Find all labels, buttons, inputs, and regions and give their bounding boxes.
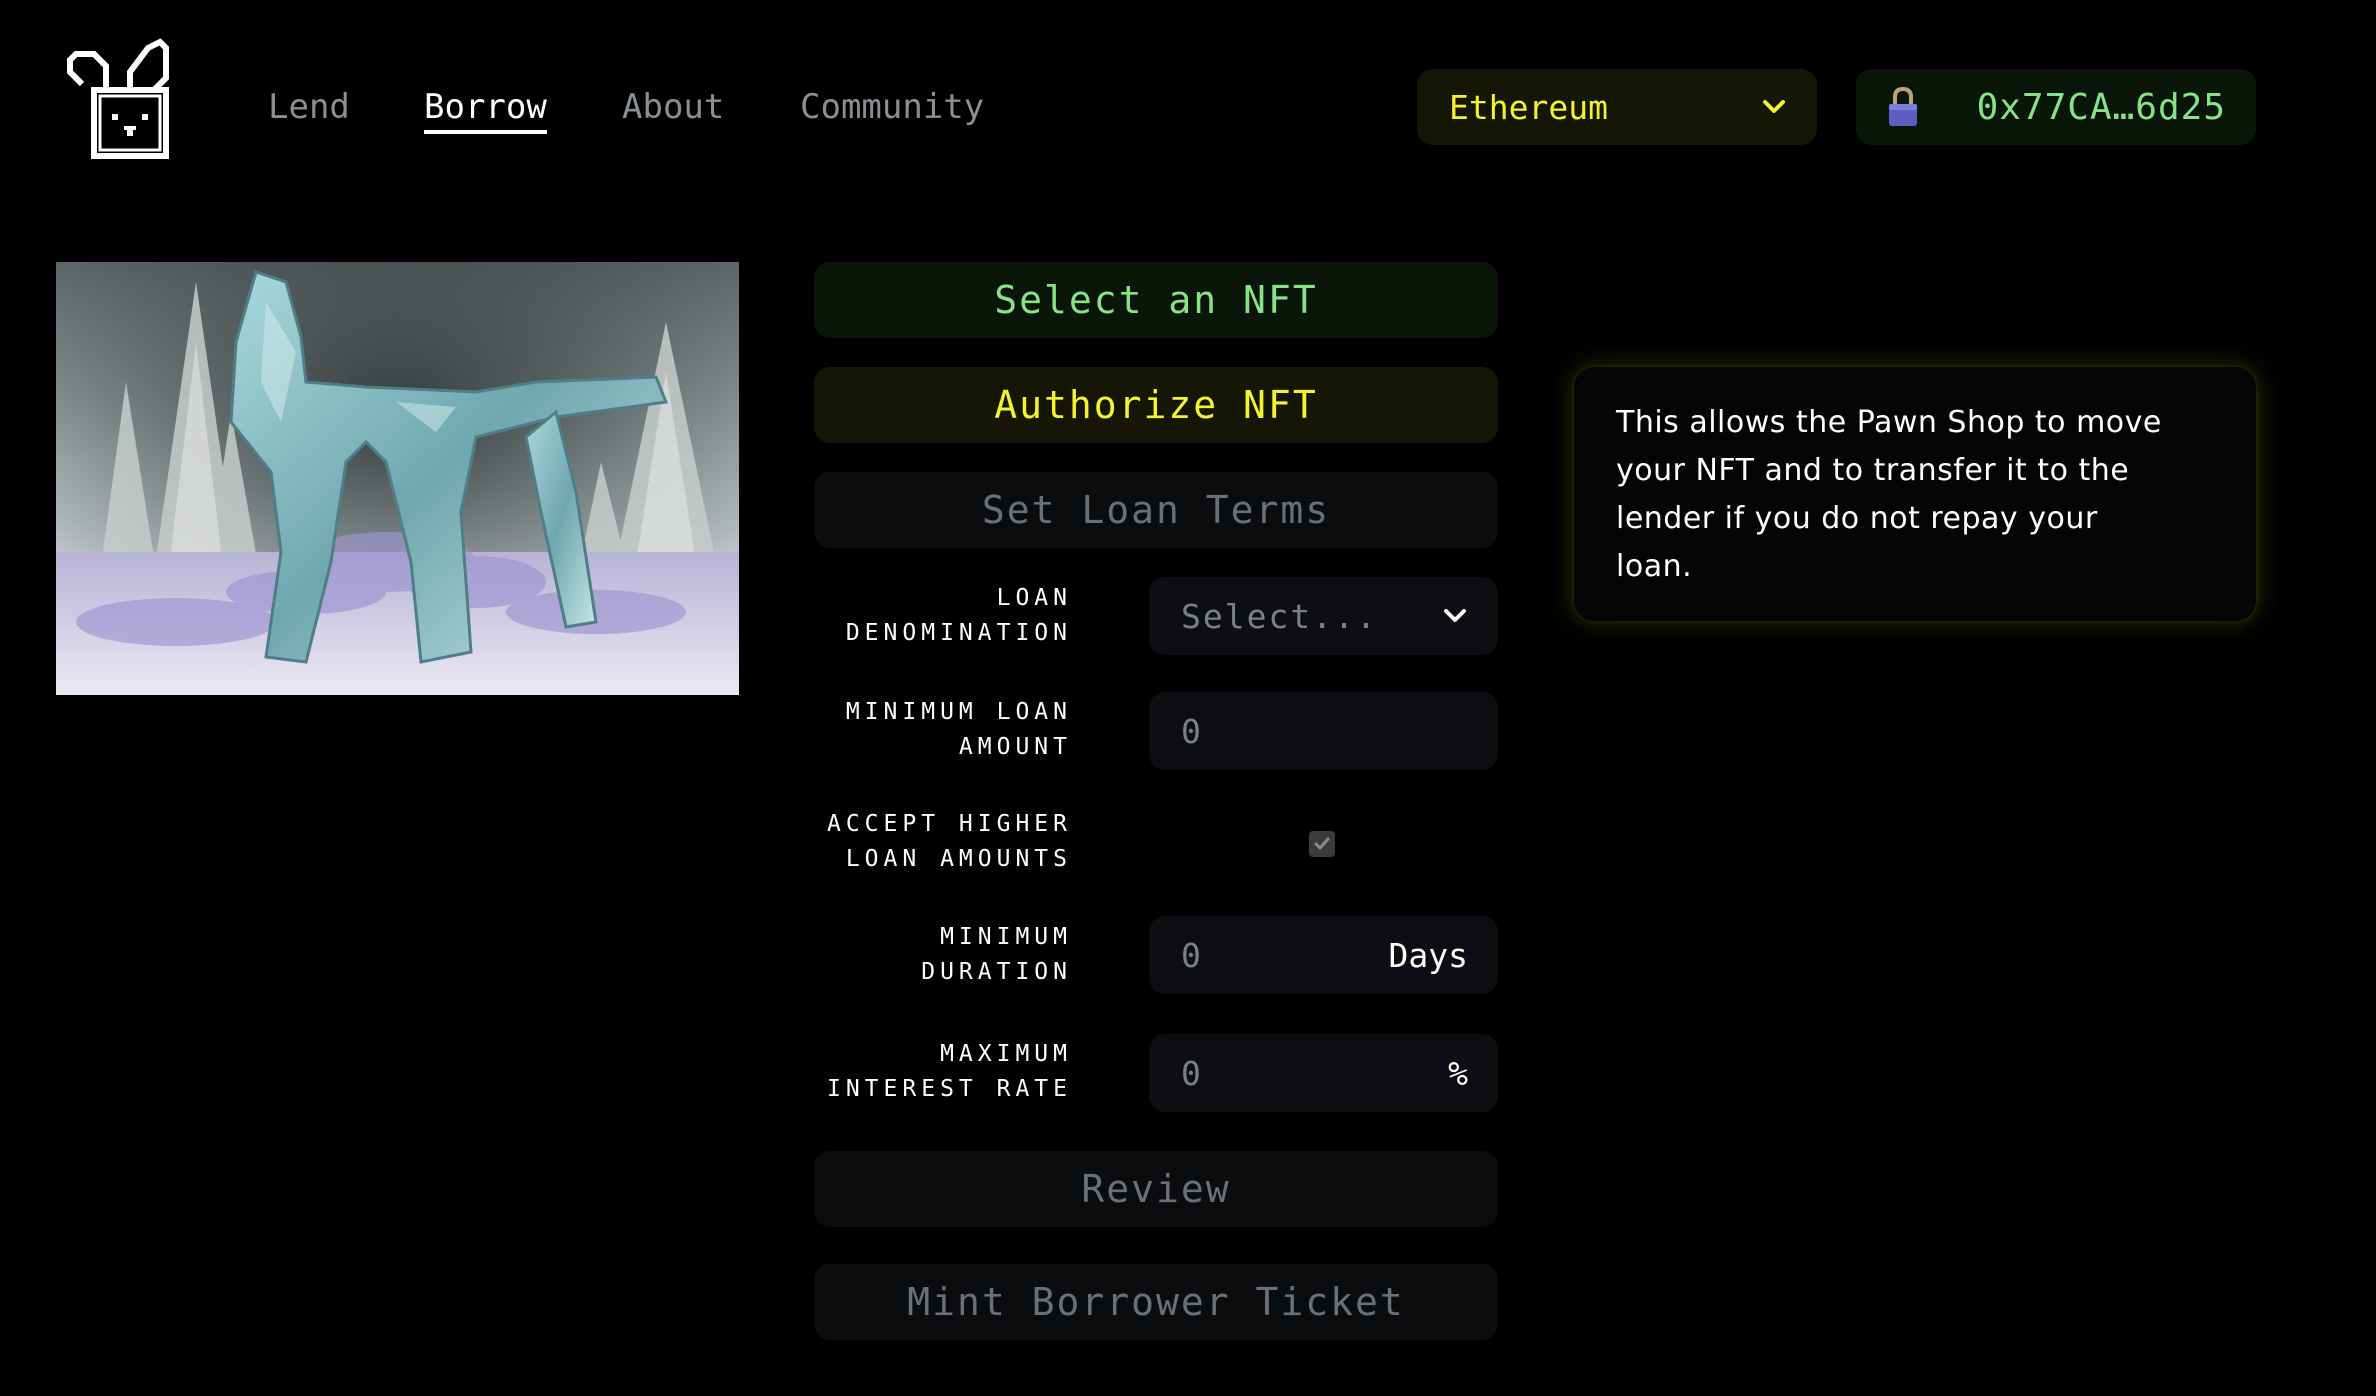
minimum-duration-label: MINIMUM DURATION bbox=[921, 924, 1072, 985]
account-address: 0x77CA…6d25 bbox=[1976, 86, 2226, 128]
authorize-nft-button[interactable]: Authorize NFT bbox=[814, 367, 1498, 443]
maximum-interest-rate-label: MAXIMUM INTEREST RATE bbox=[826, 1041, 1072, 1102]
minimum-duration-value: 0 bbox=[1181, 935, 1201, 975]
chevron-down-icon bbox=[1444, 609, 1466, 622]
logo[interactable] bbox=[64, 36, 172, 162]
minimum-loan-amount-value: 0 bbox=[1181, 711, 1201, 751]
info-text-line: lender if you do not repay your bbox=[1616, 501, 2098, 536]
loan-denomination-label: LOAN DENOMINATION bbox=[845, 585, 1072, 646]
network-label: Ethereum bbox=[1449, 87, 1608, 127]
nav-community[interactable]: Community bbox=[800, 82, 984, 132]
minimum-duration-input[interactable]: 0 Days bbox=[1149, 916, 1498, 994]
percent-unit: % bbox=[1448, 1053, 1468, 1093]
maximum-interest-rate-input[interactable]: 0 % bbox=[1149, 1034, 1498, 1112]
nft-artwork-image bbox=[56, 262, 739, 695]
info-text-line: your NFT and to transfer it to the bbox=[1616, 453, 2130, 488]
loan-denomination-placeholder: Select... bbox=[1181, 596, 1378, 636]
minimum-loan-amount-input[interactable]: 0 bbox=[1149, 692, 1498, 770]
loan-denomination-select[interactable]: Select... bbox=[1149, 577, 1498, 655]
chevron-down-icon bbox=[1763, 100, 1785, 113]
rabbit-logo-icon bbox=[67, 38, 169, 159]
maximum-interest-rate-value: 0 bbox=[1181, 1053, 1201, 1093]
network-select[interactable]: Ethereum bbox=[1417, 69, 1817, 145]
checkmark-icon bbox=[1314, 837, 1330, 850]
info-card: This allows the Pawn Shop to move your N… bbox=[1574, 367, 2256, 621]
accept-higher-checkbox[interactable] bbox=[1309, 831, 1335, 857]
nav-borrow[interactable]: Borrow bbox=[424, 82, 547, 134]
nav-lend[interactable]: Lend bbox=[268, 82, 350, 132]
account-button[interactable]: 0x77CA…6d25 bbox=[1856, 69, 2256, 145]
info-text-line: This allows the Pawn Shop to move bbox=[1616, 405, 2162, 440]
info-text-line: loan. bbox=[1616, 549, 1693, 584]
minimum-loan-amount-label: MINIMUM LOAN AMOUNT bbox=[845, 699, 1072, 760]
duration-unit: Days bbox=[1388, 935, 1468, 975]
set-loan-terms-header: Set Loan Terms bbox=[814, 472, 1498, 548]
mint-borrower-ticket-button: Mint Borrower Ticket bbox=[814, 1264, 1498, 1340]
lock-icon bbox=[1889, 86, 1917, 126]
select-nft-button[interactable]: Select an NFT bbox=[814, 262, 1498, 338]
nav-about[interactable]: About bbox=[622, 82, 724, 132]
review-button: Review bbox=[814, 1151, 1498, 1227]
accept-higher-label: ACCEPT HIGHER LOAN AMOUNTS bbox=[826, 811, 1072, 872]
